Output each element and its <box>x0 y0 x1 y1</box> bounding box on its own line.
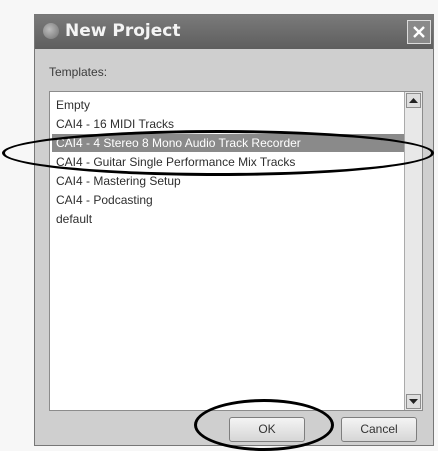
close-icon <box>413 26 425 38</box>
scrollbar[interactable] <box>404 92 422 410</box>
scroll-down-button[interactable] <box>406 394 421 409</box>
scroll-up-button[interactable] <box>406 93 421 108</box>
selected-template-highlight <box>2 130 434 176</box>
list-item[interactable]: CAI4 - Podcasting <box>52 191 404 209</box>
list-item[interactable]: Empty <box>52 96 404 114</box>
cancel-button[interactable]: Cancel <box>341 417 417 442</box>
app-icon <box>43 23 59 39</box>
title-bar: New Project <box>35 15 433 49</box>
dialog-title: New Project <box>65 21 181 41</box>
chevron-down-icon <box>409 399 418 404</box>
chevron-up-icon <box>409 98 418 103</box>
templates-label: Templates: <box>49 65 108 79</box>
close-button[interactable] <box>407 20 431 44</box>
list-item[interactable]: default <box>52 210 404 228</box>
new-project-dialog: New Project Templates: Empty CAI4 - 16 MI… <box>34 14 434 446</box>
ok-button-highlight <box>194 399 334 451</box>
